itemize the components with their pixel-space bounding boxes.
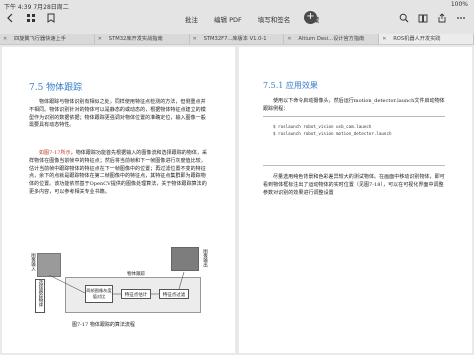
paragraph-1: 使用以下命令启动摄像头，然后运行motion_detector.launch文件…: [263, 98, 445, 112]
share-icon[interactable]: [437, 13, 447, 23]
status-time: 下午 4:39 7月28日周二: [4, 4, 69, 11]
command-block: $ roslaunch robot_vision usb_cam.launch …: [263, 116, 445, 166]
tab-2[interactable]: ✕ STM32库开发实战指南: [95, 34, 190, 44]
algorithm-figure: 图像输入 图像输出 物体跟踪 选择跟踪物体 两帧图像灰度值对比 特征点估计 特征…: [29, 245, 209, 315]
flow-arrows: [48, 271, 185, 295]
subsection-title: 7.5.1 应用效果: [263, 81, 318, 90]
search-icon[interactable]: [399, 13, 409, 23]
paragraph-2: 尽量选用纯色背景和色彩差异较大的测试物体。在画面中移动识别物体，即可看到物体框标…: [263, 174, 445, 196]
annotate-menu[interactable]: 批注: [185, 14, 198, 24]
back-icon[interactable]: [6, 13, 16, 23]
command-line: $ roslaunch robot_vision usb_cam.launch: [273, 124, 372, 129]
paragraph-2-text: ，物体跟踪功能首先根据输入的图像流和选择跟踪的物体，采样物体在图像当前帧中的特征…: [29, 150, 207, 195]
tab-1[interactable]: ✕ 四旋翼飞行器快速上手: [0, 34, 95, 44]
close-icon[interactable]: ✕: [382, 34, 386, 44]
paragraph-1: 物体跟踪与物体识别有相似之处，同样使用特征点检测的方法，但侧重点并不相同。物体识…: [29, 99, 206, 129]
more-icon[interactable]: [456, 13, 466, 23]
edit-pdf-menu[interactable]: 编辑 PDF: [214, 14, 242, 24]
document-tabs: ✕ 四旋翼飞行器快速上手 ✕ STM32库开发实战指南 ✕ STM32F7...库版本…: [0, 34, 474, 45]
paragraph-2: 如图7-17所示，物体跟踪功能首先根据输入的图像流和选择跟踪的物体，采样物体在图…: [29, 150, 209, 197]
figure-caption: 图7-17 物体跟踪的算法流程: [72, 322, 135, 328]
right-page: 7.5.1 应用效果 使用以下命令启动摄像头，然后运行motion_detect…: [239, 47, 472, 353]
top-toolbar: 下午 4:39 7月28日周二 100% 批注 编辑 PDF 填写和签名 收藏 …: [0, 0, 474, 34]
close-icon[interactable]: ✕: [193, 34, 197, 44]
tab-5[interactable]: ✕ ROS机器人开发实践: [379, 34, 474, 44]
fill-sign-menu[interactable]: 填写和签名: [258, 14, 291, 24]
bookmark-icon[interactable]: [46, 13, 56, 23]
figure-reference-link[interactable]: 如图7-17所示: [39, 150, 71, 156]
close-icon[interactable]: ✕: [3, 34, 7, 44]
tab-4[interactable]: ✕ Altium Desi...设计官方指南: [284, 34, 380, 44]
tab-3[interactable]: ✕ STM32F7...库版本 V1.0-1: [190, 34, 285, 44]
left-page: 7.5 物体跟踪 物体跟踪与物体识别有相似之处，同样使用特征点检测的方法，但侧重…: [2, 47, 235, 353]
add-button[interactable]: +: [304, 11, 317, 24]
close-icon[interactable]: ✕: [98, 34, 102, 44]
book-icon[interactable]: [418, 13, 428, 23]
battery-status: 100%: [450, 1, 468, 8]
grid-icon[interactable]: [26, 13, 36, 23]
command-line: $ roslaunch robot_vision motion_detector…: [273, 131, 392, 136]
close-icon[interactable]: ✕: [287, 34, 291, 44]
section-title: 7.5 物体跟踪: [29, 83, 83, 93]
